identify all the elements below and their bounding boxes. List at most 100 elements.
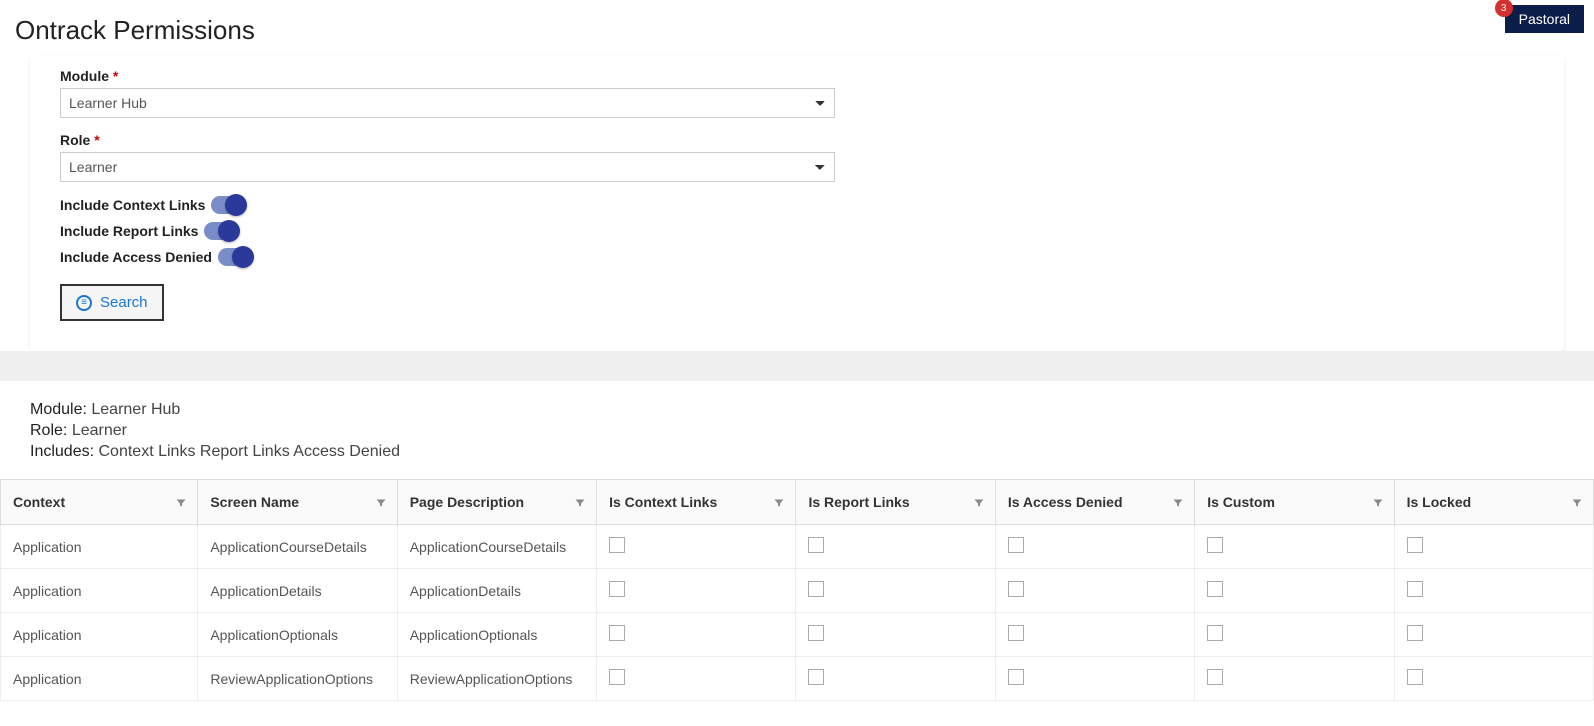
divider-band [0, 351, 1594, 381]
role-label: Role * [60, 132, 1534, 148]
cell-is-custom [1195, 657, 1394, 701]
header-is-context-links: Is Context Links [597, 480, 796, 525]
cell-page-description: ApplicationDetails [397, 569, 596, 613]
table-row: ApplicationApplicationOptionalsApplicati… [1, 613, 1594, 657]
cell-is-access-denied [995, 569, 1194, 613]
top-right-toolbar: 3 Pastoral [1505, 5, 1584, 33]
cell-is-context-links [597, 613, 796, 657]
toggle-knob-icon [232, 246, 254, 268]
module-select[interactable]: Learner Hub [60, 88, 835, 118]
is-access-denied-checkbox[interactable] [1008, 581, 1024, 597]
is-access-denied-checkbox[interactable] [1008, 669, 1024, 685]
is-report-links-checkbox[interactable] [808, 669, 824, 685]
include-report-links-toggle[interactable] [204, 222, 238, 240]
cell-is-context-links [597, 525, 796, 569]
search-form-panel: Module * Learner Hub Role * Learner Incl… [30, 56, 1564, 351]
cell-screen-name: ReviewApplicationOptions [198, 657, 397, 701]
is-access-denied-checkbox[interactable] [1008, 625, 1024, 641]
is-locked-checkbox[interactable] [1407, 625, 1423, 641]
cell-is-context-links [597, 657, 796, 701]
cell-is-locked [1394, 657, 1593, 701]
is-custom-checkbox[interactable] [1207, 581, 1223, 597]
role-select[interactable]: Learner [60, 152, 835, 182]
filter-icon[interactable] [1172, 496, 1184, 508]
cell-screen-name: ApplicationOptionals [198, 613, 397, 657]
summary-includes-value: Context Links Report Links Access Denied [99, 443, 400, 460]
cell-screen-name: ApplicationCourseDetails [198, 525, 397, 569]
toggle-knob-icon [218, 220, 240, 242]
cell-context: Application [1, 525, 198, 569]
cell-is-access-denied [995, 657, 1194, 701]
header-is-locked: Is Locked [1394, 480, 1593, 525]
search-button[interactable]: Search [60, 284, 164, 321]
header-is-access-denied: Is Access Denied [995, 480, 1194, 525]
is-custom-checkbox[interactable] [1207, 669, 1223, 685]
role-label-text: Role [60, 132, 90, 148]
notification-badge[interactable]: 3 [1495, 0, 1513, 17]
summary-role-label: Role: [30, 422, 67, 439]
cell-context: Application [1, 569, 198, 613]
summary-module-label: Module: [30, 401, 87, 418]
header-is-custom-text: Is Custom [1207, 494, 1275, 510]
filter-icon[interactable] [1571, 496, 1583, 508]
is-locked-checkbox[interactable] [1407, 581, 1423, 597]
include-context-links-toggle[interactable] [211, 196, 245, 214]
cell-context: Application [1, 613, 198, 657]
is-locked-checkbox[interactable] [1407, 537, 1423, 553]
header-is-context-links-text: Is Context Links [609, 494, 717, 510]
page-title: Ontrack Permissions [15, 15, 1579, 46]
include-context-links-label: Include Context Links [60, 197, 205, 213]
is-context-links-checkbox[interactable] [609, 581, 625, 597]
header-is-custom: Is Custom [1195, 480, 1394, 525]
header-page-description: Page Description [397, 480, 596, 525]
cell-is-report-links [796, 613, 995, 657]
filter-icon[interactable] [375, 496, 387, 508]
is-context-links-checkbox[interactable] [609, 669, 625, 685]
header-context: Context [1, 480, 198, 525]
header-is-access-denied-text: Is Access Denied [1008, 494, 1123, 510]
is-access-denied-checkbox[interactable] [1008, 537, 1024, 553]
filter-icon[interactable] [1372, 496, 1384, 508]
is-context-links-checkbox[interactable] [609, 537, 625, 553]
cell-is-report-links [796, 525, 995, 569]
is-custom-checkbox[interactable] [1207, 625, 1223, 641]
cell-is-context-links [597, 569, 796, 613]
filter-icon[interactable] [773, 496, 785, 508]
cell-page-description: ApplicationOptionals [397, 613, 596, 657]
table-row: ApplicationApplicationCourseDetailsAppli… [1, 525, 1594, 569]
module-label-text: Module [60, 68, 109, 84]
cell-is-custom [1195, 525, 1394, 569]
filter-icon[interactable] [175, 496, 187, 508]
cell-is-report-links [796, 657, 995, 701]
summary-module-value: Learner Hub [91, 401, 180, 418]
header-context-text: Context [13, 494, 65, 510]
toggle-knob-icon [225, 194, 247, 216]
include-access-denied-label: Include Access Denied [60, 249, 212, 265]
header-screen-name-text: Screen Name [210, 494, 299, 510]
table-row: ApplicationApplicationDetailsApplication… [1, 569, 1594, 613]
filter-icon[interactable] [973, 496, 985, 508]
cell-page-description: ApplicationCourseDetails [397, 525, 596, 569]
summary-includes-label: Includes: [30, 443, 94, 460]
header-is-report-links-text: Is Report Links [808, 494, 909, 510]
is-report-links-checkbox[interactable] [808, 625, 824, 641]
pastoral-button[interactable]: Pastoral [1505, 5, 1584, 33]
cell-screen-name: ApplicationDetails [198, 569, 397, 613]
is-locked-checkbox[interactable] [1407, 669, 1423, 685]
search-icon [76, 295, 92, 311]
is-context-links-checkbox[interactable] [609, 625, 625, 641]
cell-page-description: ReviewApplicationOptions [397, 657, 596, 701]
is-custom-checkbox[interactable] [1207, 537, 1223, 553]
include-access-denied-toggle[interactable] [218, 248, 252, 266]
is-report-links-checkbox[interactable] [808, 581, 824, 597]
cell-is-locked [1394, 525, 1593, 569]
module-label: Module * [60, 68, 1534, 84]
filter-icon[interactable] [574, 496, 586, 508]
cell-is-access-denied [995, 525, 1194, 569]
cell-is-access-denied [995, 613, 1194, 657]
summary-panel: Module: Learner Hub Role: Learner Includ… [0, 381, 1594, 479]
is-report-links-checkbox[interactable] [808, 537, 824, 553]
header-is-locked-text: Is Locked [1407, 494, 1472, 510]
header-page-description-text: Page Description [410, 494, 524, 510]
search-button-label: Search [100, 294, 148, 311]
